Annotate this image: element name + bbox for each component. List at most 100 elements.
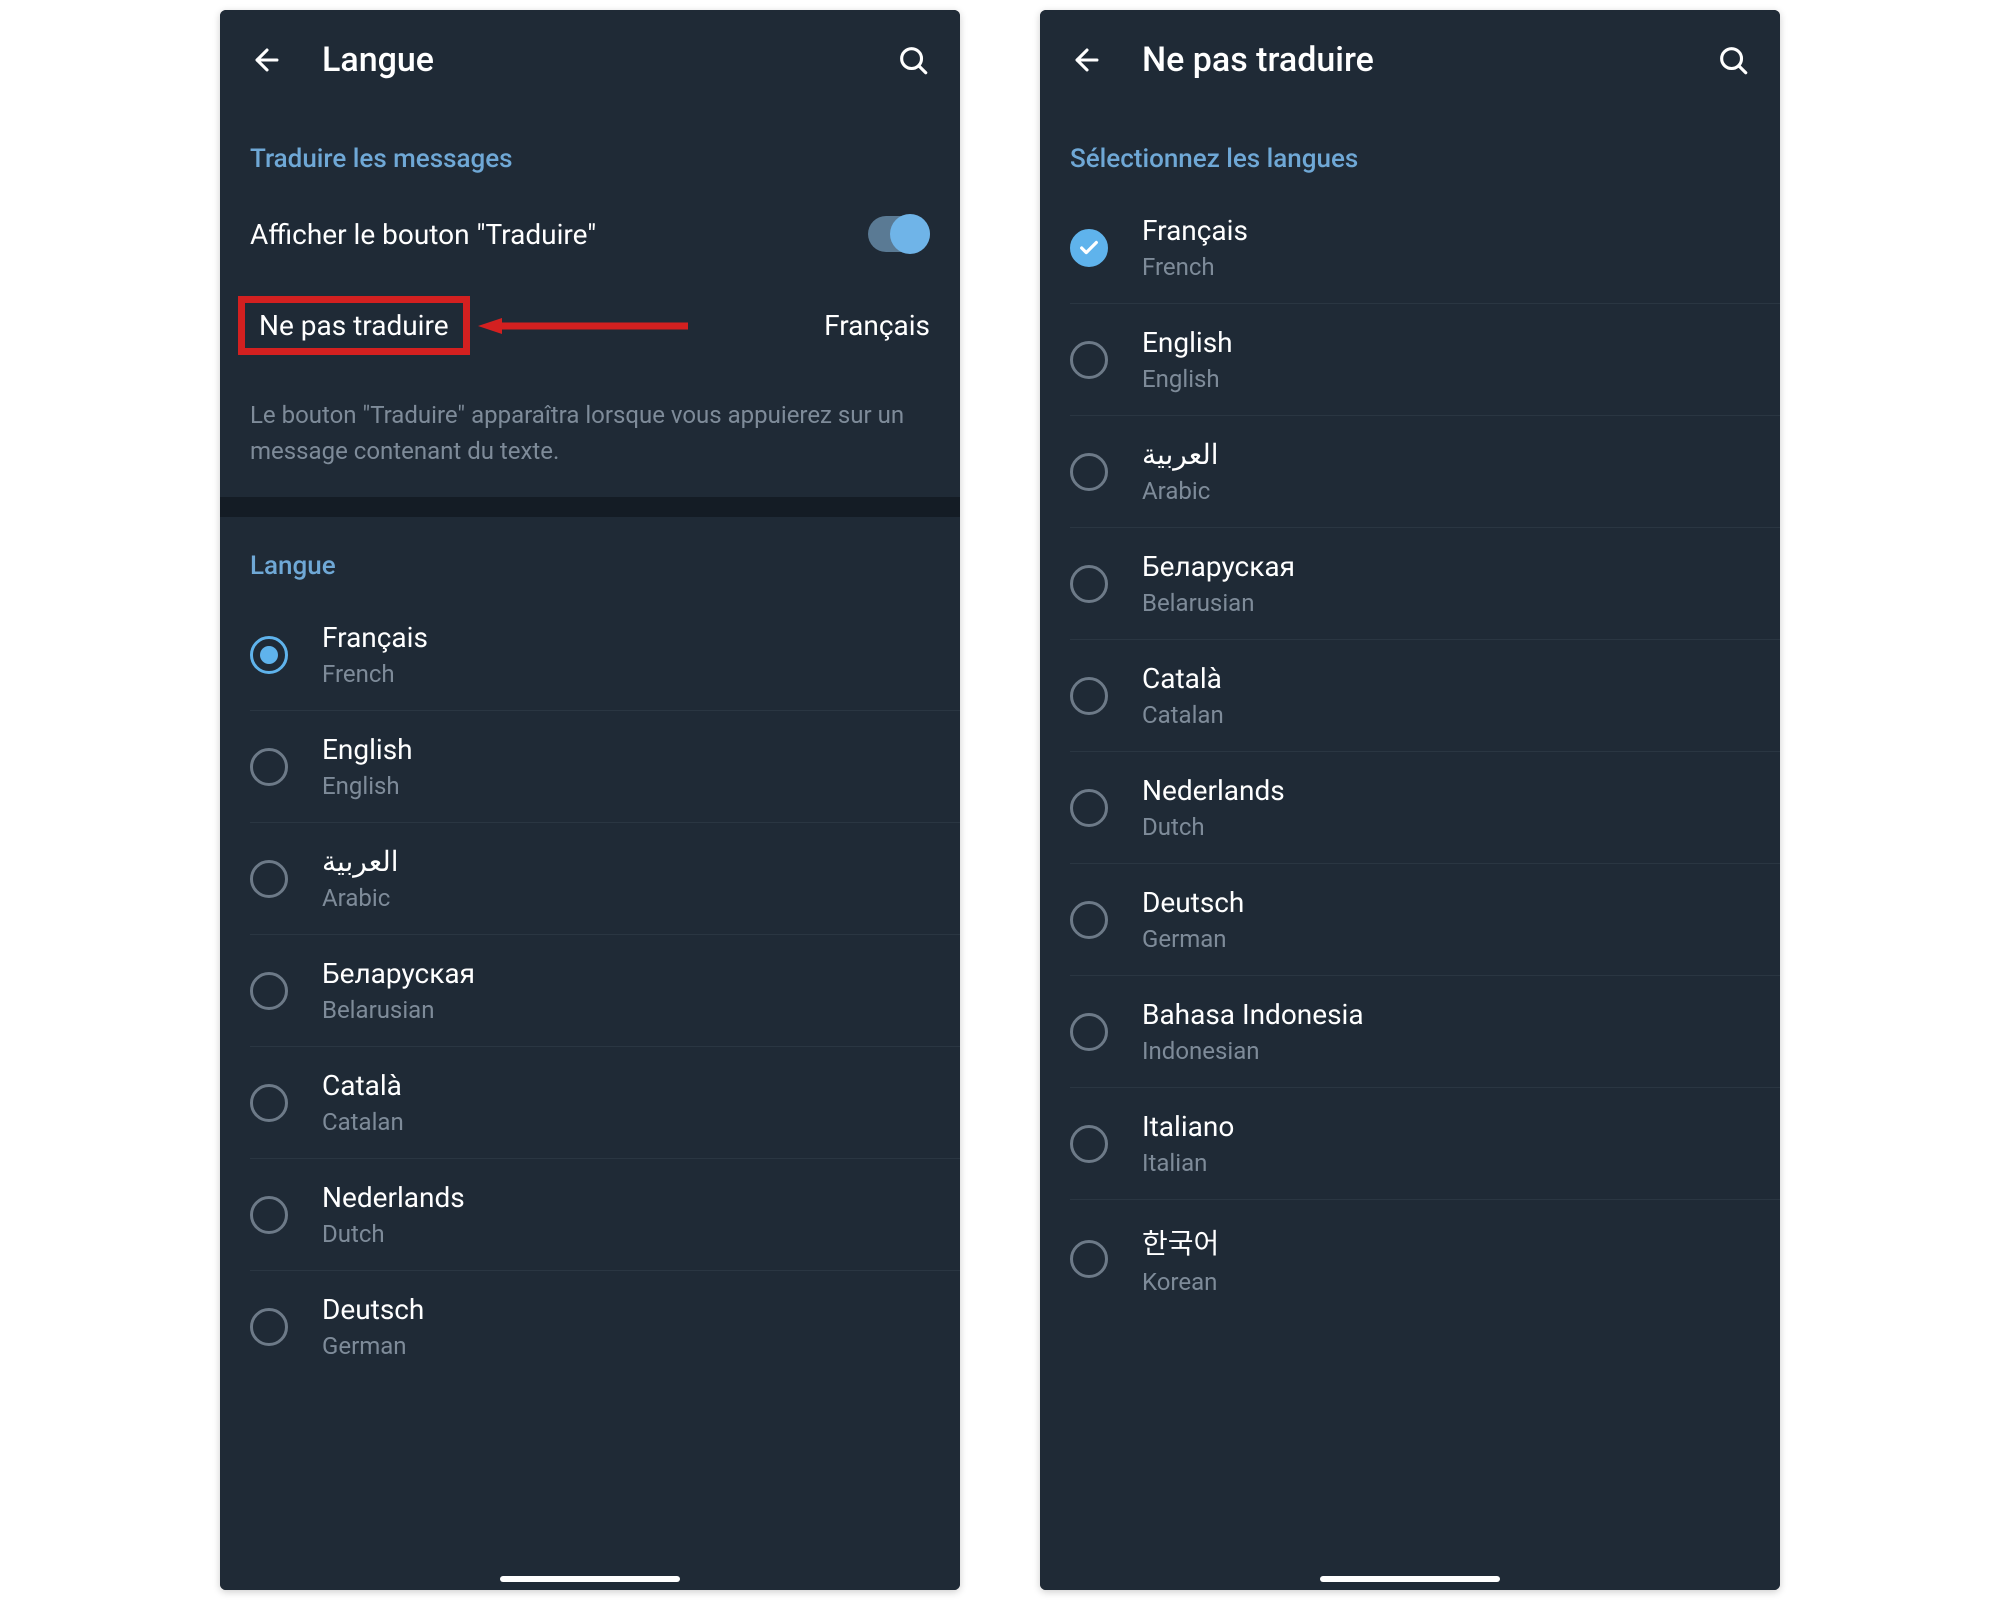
radio-indicator[interactable] [250,1196,288,1234]
language-item[interactable]: Italiano Italian [1070,1087,1780,1199]
checkbox-indicator[interactable] [1070,789,1108,827]
checkbox-indicator[interactable] [1070,1240,1108,1278]
toggle-knob [890,214,930,254]
search-icon [896,43,930,77]
language-native-name: Français [322,621,428,654]
language-item[interactable]: Bahasa IndonesiaIndonesian [1070,975,1780,1087]
page-title: Langue [322,40,894,80]
home-indicator [1320,1576,1500,1582]
topbar: Langue [220,10,960,110]
checkbox-indicator[interactable] [1070,901,1108,939]
topbar: Ne pas traduire [1040,10,1780,110]
select-languages-header: Sélectionnez les langues [1040,110,1780,192]
check-icon [1078,237,1100,259]
language-english-name: Italian [1142,1149,1234,1177]
language-item[interactable]: العربيةArabic [250,822,960,934]
language-native-name: Nederlands [322,1181,465,1214]
language-texts: العربية Arabic [1142,438,1219,505]
language-list: Français French English English العربية Arabi… [1040,192,1780,1318]
back-arrow-icon [250,43,284,77]
language-item[interactable]: Français French [1070,192,1780,303]
language-english-name: Belarusian [322,996,475,1024]
language-item[interactable]: Deutsch German [1070,863,1780,975]
language-native-name: العربية [322,845,399,878]
language-texts: Беларуская Belarusian [322,957,475,1024]
language-english-name: Korean [1142,1268,1219,1296]
language-item[interactable]: English English [250,710,960,822]
language-texts: Français French [1142,214,1248,281]
language-english-name: English [322,772,413,800]
search-button[interactable] [894,41,932,79]
language-english-name: Dutch [322,1220,465,1248]
radio-indicator[interactable] [250,972,288,1010]
arrow-left-icon [478,316,698,336]
radio-indicator[interactable] [250,636,288,674]
checkbox-indicator[interactable] [1070,677,1108,715]
language-native-name: Français [1142,214,1248,247]
checkbox-indicator[interactable] [1070,1013,1108,1051]
language-item[interactable]: Беларуская Belarusian [1070,527,1780,639]
radio-indicator[interactable] [250,1308,288,1346]
language-english-name: Belarusian [1142,589,1295,617]
radio-indicator[interactable] [250,1084,288,1122]
checkbox-indicator[interactable] [1070,565,1108,603]
language-native-name: Català [322,1069,404,1102]
language-english-name: German [1142,925,1244,953]
do-not-translate-screen: Ne pas traduire Sélectionnez les langues… [1040,10,1780,1590]
search-icon [1716,43,1750,77]
back-button[interactable] [1068,41,1106,79]
language-native-name: Nederlands [1142,774,1285,807]
checkbox-indicator[interactable] [1070,229,1108,267]
language-texts: FrançaisFrench [322,621,428,688]
language-native-name: English [322,733,413,766]
do-not-translate-row[interactable]: Ne pas traduire Français [220,276,960,375]
language-item[interactable]: FrançaisFrench [250,599,960,710]
language-texts: English English [322,733,413,800]
language-texts: Bahasa IndonesiaIndonesian [1142,998,1364,1065]
show-translate-toggle[interactable] [868,216,930,252]
language-native-name: Deutsch [1142,886,1244,919]
language-texts: Беларуская Belarusian [1142,550,1295,617]
language-item[interactable]: Nederlands Dutch [1070,751,1780,863]
language-texts: العربيةArabic [322,845,399,912]
back-button[interactable] [248,41,286,79]
language-native-name: Беларуская [1142,550,1295,583]
language-list: FrançaisFrench English English العربيةArabi… [220,599,960,1382]
language-item[interactable]: العربية Arabic [1070,415,1780,527]
home-indicator [500,1576,680,1582]
language-english-name: Dutch [1142,813,1285,841]
search-button[interactable] [1714,41,1752,79]
language-english-name: French [1142,253,1248,281]
language-english-name: Arabic [1142,477,1219,505]
translate-section-header: Traduire les messages [220,110,960,192]
language-item[interactable]: Беларуская Belarusian [250,934,960,1046]
radio-indicator[interactable] [250,748,288,786]
language-item[interactable]: 한국어 Korean [1070,1199,1780,1318]
language-item[interactable]: CatalàCatalan [1070,639,1780,751]
language-native-name: العربية [1142,438,1219,471]
section-spacer [220,497,960,517]
language-item[interactable]: DeutschGerman [250,1270,960,1382]
language-texts: Deutsch German [1142,886,1244,953]
radio-indicator[interactable] [250,860,288,898]
language-english-name: English [1142,365,1233,393]
language-settings-screen: Langue Traduire les messages Afficher le… [220,10,960,1590]
checkbox-indicator[interactable] [1070,1125,1108,1163]
language-item[interactable]: English English [1070,303,1780,415]
language-texts: English English [1142,326,1233,393]
language-english-name: Catalan [1142,701,1224,729]
checkbox-indicator[interactable] [1070,341,1108,379]
show-translate-button-row[interactable]: Afficher le bouton "Traduire" [220,192,960,276]
language-item[interactable]: Català Catalan [250,1046,960,1158]
language-english-name: Catalan [322,1108,404,1136]
language-native-name: Беларуская [322,957,475,990]
show-translate-label: Afficher le bouton "Traduire" [250,218,868,251]
language-texts: Italiano Italian [1142,1110,1234,1177]
checkbox-indicator[interactable] [1070,453,1108,491]
language-native-name: 한국어 [1142,1222,1219,1262]
language-texts: CatalàCatalan [1142,662,1224,729]
language-native-name: Italiano [1142,1110,1234,1143]
language-native-name: English [1142,326,1233,359]
language-item[interactable]: Nederlands Dutch [250,1158,960,1270]
translate-description: Le bouton "Traduire" apparaîtra lorsque … [220,375,960,497]
